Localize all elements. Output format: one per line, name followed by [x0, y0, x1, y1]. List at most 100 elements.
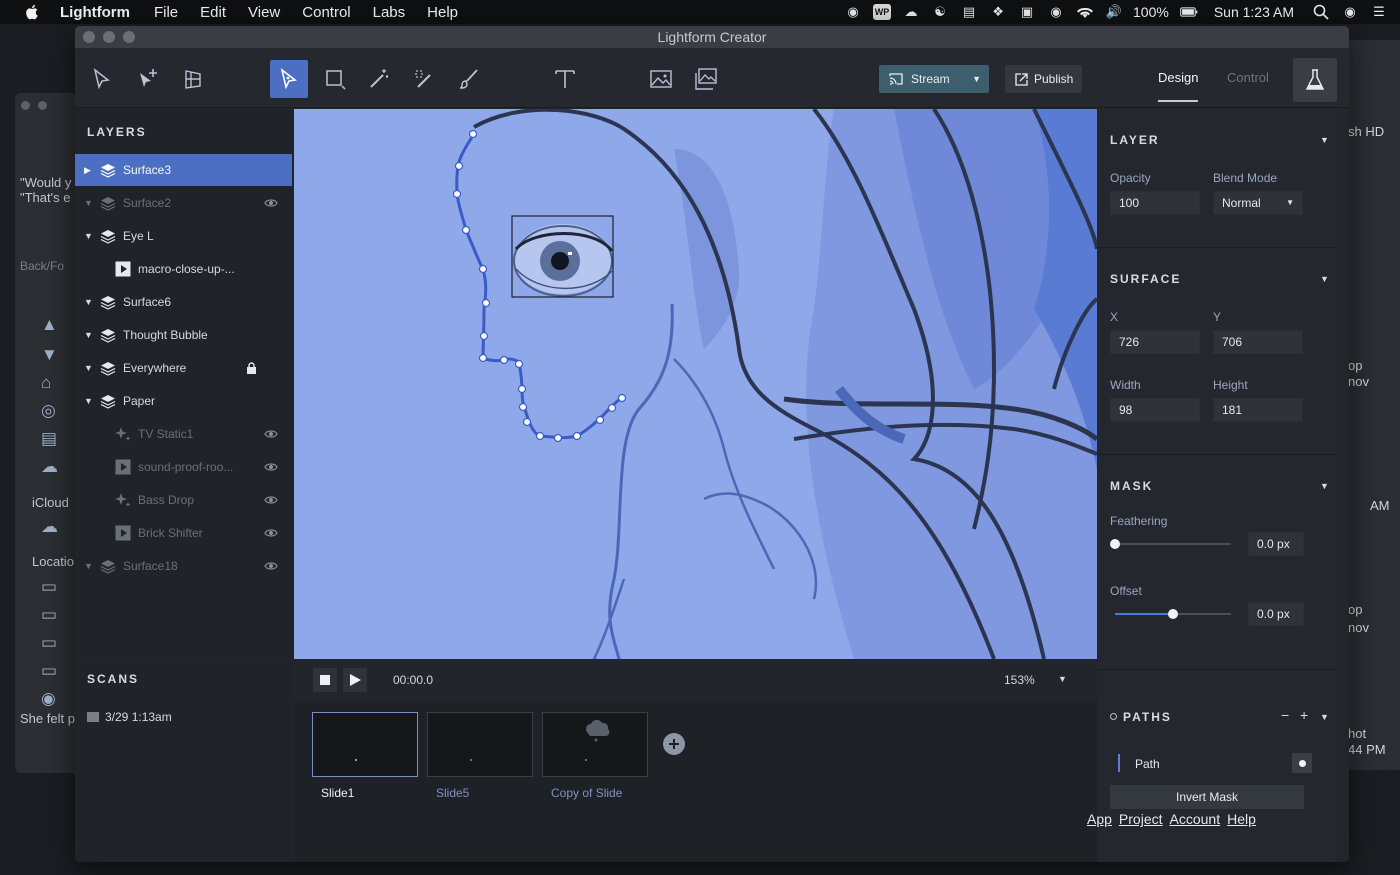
rectangle-tool[interactable] [316, 60, 354, 98]
visibility-eye-icon[interactable] [264, 198, 278, 208]
visibility-eye-icon[interactable] [264, 462, 278, 472]
path-point-handle[interactable] [468, 129, 478, 139]
menu-file[interactable]: File [154, 4, 178, 21]
slide-label[interactable]: Slide1 [321, 786, 354, 800]
dropbox-icon[interactable]: ❖ [989, 4, 1007, 20]
feathering-slider-knob[interactable] [1110, 539, 1120, 549]
background-right-window[interactable]: sh HD op nov AM op nov hot 44 PM [1340, 40, 1400, 770]
screen-record-icon[interactable]: ◉ [844, 4, 862, 20]
layer-row[interactable]: ▼ Everywhere [75, 352, 292, 384]
layer-row[interactable]: ▼ Paper [75, 385, 292, 417]
bars-app-icon[interactable]: ▤ [960, 4, 978, 20]
path-point-handle[interactable] [607, 403, 617, 413]
visibility-eye-icon[interactable] [264, 429, 278, 439]
path-point-handle[interactable] [499, 355, 509, 365]
visibility-eye-icon[interactable] [264, 561, 278, 571]
brush-tool[interactable] [450, 60, 488, 98]
menu-edit[interactable]: Edit [200, 4, 226, 21]
window-titlebar[interactable]: Lightform Creator [75, 26, 1349, 48]
volume-icon[interactable]: 🔊 [1105, 4, 1123, 20]
remove-path-icon[interactable]: − [1281, 707, 1289, 723]
stop-button[interactable] [313, 668, 337, 692]
add-path-icon[interactable]: + [1300, 707, 1308, 723]
offset-value[interactable]: 0.0 px [1248, 602, 1304, 626]
path-point-handle[interactable] [478, 264, 488, 274]
visibility-eye-icon[interactable] [264, 495, 278, 505]
x-input[interactable]: 726 [1110, 330, 1200, 354]
slide-label[interactable]: Copy of Slide [551, 786, 622, 800]
scan-item[interactable]: 3/29 1:13am [87, 710, 172, 724]
layer-row[interactable]: ▶ Surface3 [75, 154, 292, 186]
layer-row[interactable]: sound-proof-roo... [75, 451, 292, 483]
footer-link-project[interactable]: Project [1119, 811, 1163, 827]
menu-labs[interactable]: Labs [373, 4, 406, 21]
user-profile-icon[interactable]: ◉ [1341, 4, 1359, 20]
path-point-handle[interactable] [518, 402, 528, 412]
collapse-arrow-icon[interactable]: ▼ [84, 231, 93, 241]
publish-button[interactable]: Publish [1005, 65, 1082, 93]
width-input[interactable]: 98 [1110, 398, 1200, 422]
stream-button[interactable]: Stream ▼ [879, 65, 989, 93]
expand-arrow-icon[interactable]: ▶ [84, 165, 91, 176]
wifi-icon[interactable] [1076, 4, 1094, 20]
menu-app-name[interactable]: Lightform [60, 4, 130, 21]
collapse-caret-icon[interactable]: ▼ [1320, 135, 1329, 145]
collapse-caret-icon[interactable]: ▼ [1320, 712, 1329, 722]
magic-wand-tool[interactable] [360, 60, 398, 98]
collapse-arrow-icon[interactable]: ▼ [84, 561, 93, 571]
cloud-sync-icon[interactable]: ☁ [902, 4, 920, 20]
spotlight-search-icon[interactable] [1312, 4, 1330, 20]
projection-canvas[interactable] [294, 109, 1097, 659]
path-point-handle[interactable] [481, 298, 491, 308]
path-point-handle[interactable] [478, 353, 488, 363]
select-tool[interactable] [83, 60, 121, 98]
path-record-toggle[interactable] [1292, 753, 1312, 773]
layer-row[interactable]: ▼ Eye L [75, 220, 292, 252]
collapse-arrow-icon[interactable]: ▼ [84, 330, 93, 340]
direct-select-tool[interactable] [270, 60, 308, 98]
collapse-arrow-icon[interactable]: ▼ [84, 297, 93, 307]
wp-app-icon[interactable]: WP [873, 4, 892, 20]
path-point-handle[interactable] [514, 359, 524, 369]
zoom-level[interactable]: 153% [1004, 673, 1035, 687]
tab-design[interactable]: Design [1158, 70, 1199, 102]
path-point-handle[interactable] [535, 431, 545, 441]
layer-row[interactable]: ▼ Surface18 [75, 550, 292, 582]
window-minimize-button[interactable] [103, 31, 115, 43]
apple-menu-icon[interactable] [22, 4, 44, 20]
offset-slider-knob[interactable] [1168, 609, 1178, 619]
layer-row[interactable]: ▼ Surface6 [75, 286, 292, 318]
footer-link-account[interactable]: Account [1170, 811, 1221, 827]
menu-control[interactable]: Control [302, 4, 350, 21]
add-slide-button[interactable] [663, 733, 685, 755]
image-stack-tool[interactable] [687, 60, 725, 98]
collapse-caret-icon[interactable]: ▼ [1320, 481, 1329, 491]
path-point-handle[interactable] [595, 415, 605, 425]
blend-mode-select[interactable]: Normal ▼ [1213, 191, 1303, 215]
layer-row[interactable]: Bass Drop [75, 484, 292, 516]
path-point-handle[interactable] [553, 433, 563, 443]
perspective-tool[interactable] [174, 60, 212, 98]
collapse-arrow-icon[interactable]: ▼ [84, 396, 93, 406]
path-point-handle[interactable] [452, 189, 462, 199]
layer-row[interactable]: ▼ Surface2 [75, 187, 292, 219]
spiral-app-icon[interactable]: ☯ [931, 4, 949, 20]
path-point-handle[interactable] [461, 225, 471, 235]
menubar-clock[interactable]: Sun 1:23 AM [1214, 4, 1294, 20]
eye-surface[interactable] [511, 215, 614, 298]
battery-icon[interactable] [1180, 4, 1198, 20]
path-point-handle[interactable] [517, 384, 527, 394]
visibility-eye-icon[interactable] [264, 528, 278, 538]
footer-link-app[interactable]: App [1087, 811, 1112, 827]
backup-icon[interactable]: ▣ [1018, 4, 1036, 20]
path-list-item[interactable]: Path [1110, 751, 1316, 775]
height-input[interactable]: 181 [1213, 398, 1303, 422]
path-point-handle[interactable] [522, 417, 532, 427]
add-point-tool[interactable] [129, 60, 167, 98]
collapse-caret-icon[interactable]: ▼ [1320, 274, 1329, 284]
opacity-input[interactable]: 100 [1110, 191, 1200, 215]
y-input[interactable]: 706 [1213, 330, 1303, 354]
invert-mask-button[interactable]: Invert Mask [1110, 785, 1304, 809]
collapse-arrow-icon[interactable]: ▼ [84, 363, 93, 373]
slide-thumbnail[interactable] [542, 712, 648, 777]
